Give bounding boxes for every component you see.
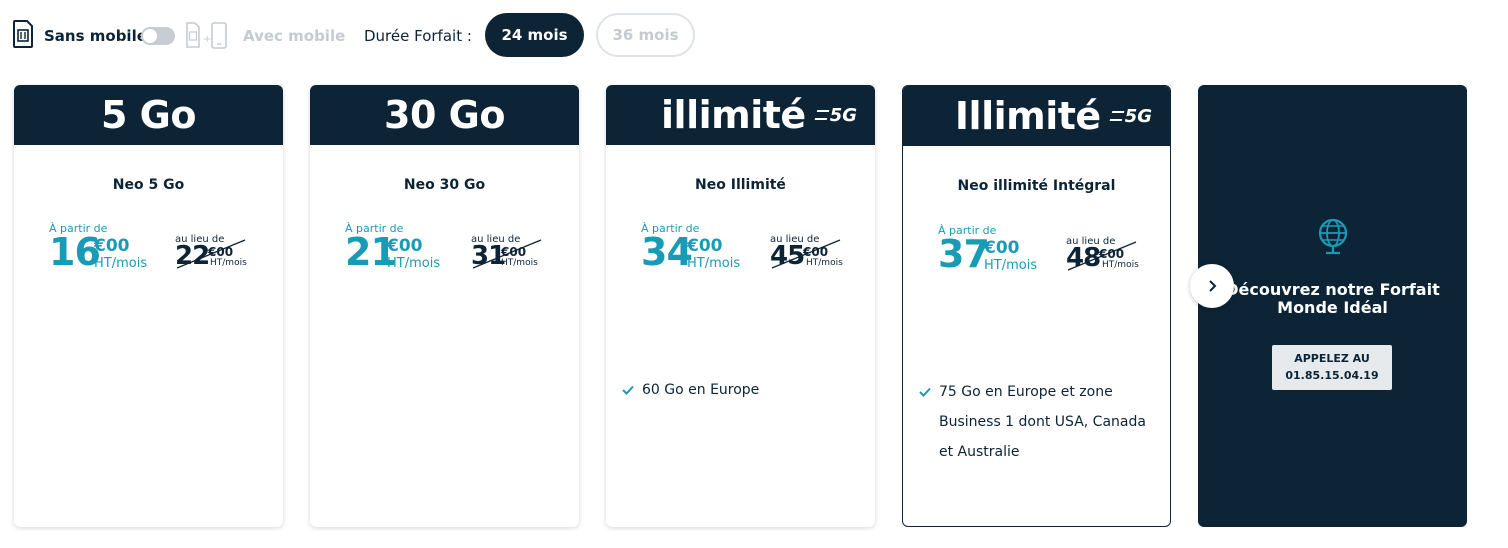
price-value: 37 [938, 232, 990, 276]
call-button[interactable]: APPELEZ AU 01.85.15.04.19 [1272, 345, 1392, 390]
plan-data-amount: 5 Go [101, 93, 196, 137]
toggle-knob [143, 29, 157, 43]
card-header: 30 Go [310, 85, 579, 145]
price-value: 16 [49, 230, 101, 274]
duration-36-button[interactable]: 36 mois [596, 13, 695, 57]
check-icon [622, 385, 634, 395]
5g-label: 5G [829, 104, 857, 126]
old-price: au lieu de 45 €00 HT/mois [770, 234, 860, 274]
svg-text:+: + [203, 34, 211, 45]
feature-text-line-1: 75 Go en Europe et zone [939, 384, 1113, 400]
old-price: au lieu de 48 €00 HT/mois [1066, 236, 1156, 276]
feature-text-line-3: et Australie [939, 444, 1020, 460]
call-button-label: APPELEZ AU [1294, 352, 1370, 365]
price-cents: €00 [94, 236, 130, 256]
call-button-phone: 01.85.15.04.19 [1285, 369, 1379, 382]
old-price: au lieu de 31 €00 HT/mois [471, 234, 561, 274]
plan-data-amount: Illimité [954, 94, 1101, 138]
sim-icon [13, 20, 33, 48]
strike-line [771, 239, 841, 269]
price-unit: HT/mois [687, 256, 741, 271]
feature-text: 60 Go en Europe [642, 382, 760, 398]
chevron-right-icon [1209, 280, 1217, 292]
avec-mobile-label[interactable]: Avec mobile [243, 27, 345, 45]
card-header: 5 Go [14, 85, 283, 145]
strike-line [472, 239, 542, 269]
5g-badge: 5G [1109, 105, 1152, 127]
price-unit: HT/mois [984, 258, 1038, 273]
plan-card-illimite[interactable]: illimité 5G Neo Illimité À partir de 34 … [606, 85, 875, 527]
strike-line [1067, 241, 1137, 271]
old-price: au lieu de 22 €00 HT/mois [175, 234, 265, 274]
price-block: À partir de 16 €00 HT/mois au lieu de 22… [49, 222, 269, 282]
plan-name: Neo Illimité [695, 177, 786, 193]
5g-lines-icon [814, 110, 830, 120]
duree-forfait-label: Durée Forfait : [364, 27, 472, 45]
strike-line [176, 239, 246, 269]
plan-data-amount: 30 Go [384, 93, 505, 137]
price-cents: €00 [984, 238, 1020, 258]
card-header: illimité 5G [606, 85, 875, 145]
5g-label: 5G [1124, 105, 1152, 127]
sans-mobile-label[interactable]: Sans mobile [44, 27, 147, 45]
carousel-next-button[interactable] [1190, 264, 1234, 308]
plan-name: Neo 5 Go [112, 177, 185, 193]
5g-lines-icon [1109, 111, 1125, 121]
price-unit: HT/mois [387, 256, 441, 271]
plan-filter-bar: Sans mobile + Avec mobile Durée Forfait … [12, 12, 1502, 60]
globe-icon [1318, 218, 1348, 255]
promo-title: Découvrez notre Forfait Monde Idéal [1198, 281, 1467, 317]
feature-item: 60 Go en Europe [622, 375, 852, 405]
check-icon [919, 387, 931, 397]
plan-card-5go[interactable]: 5 Go Neo 5 Go À partir de 16 €00 HT/mois… [14, 85, 283, 527]
price-block: À partir de 34 €00 HT/mois au lieu de 45… [641, 222, 861, 282]
feature-text-line-2: Business 1 dont USA, Canada [939, 414, 1146, 430]
card-header: Illimité 5G [903, 86, 1170, 146]
promo-title-line-1: Découvrez notre Forfait [1225, 280, 1440, 299]
plan-name: Neo 30 Go [403, 177, 486, 193]
price-block: À partir de 21 €00 HT/mois au lieu de 31… [345, 222, 565, 282]
mobile-toggle[interactable] [141, 27, 175, 45]
plan-card-30go[interactable]: 30 Go Neo 30 Go À partir de 21 €00 HT/mo… [310, 85, 579, 527]
sim-phone-icon: + [186, 22, 227, 49]
promo-card-monde-ideal: Découvrez notre Forfait Monde Idéal APPE… [1198, 85, 1467, 527]
promo-title-line-2: Monde Idéal [1277, 298, 1388, 317]
feature-item: 75 Go en Europe et zone Business 1 dont … [919, 377, 1149, 467]
price-cents: €00 [687, 236, 723, 256]
plan-card-illimite-integral[interactable]: Illimité 5G Neo illimité Intégral À part… [902, 85, 1171, 527]
duration-24-button[interactable]: 24 mois [485, 13, 584, 57]
price-value: 34 [641, 230, 693, 274]
price-cents: €00 [387, 236, 423, 256]
price-block: À partir de 37 €00 HT/mois au lieu de 48… [938, 224, 1158, 284]
5g-badge: 5G [814, 104, 857, 126]
plan-data-amount: illimité [661, 93, 806, 137]
plan-name: Neo illimité Intégral [957, 178, 1116, 194]
price-unit: HT/mois [94, 256, 148, 271]
